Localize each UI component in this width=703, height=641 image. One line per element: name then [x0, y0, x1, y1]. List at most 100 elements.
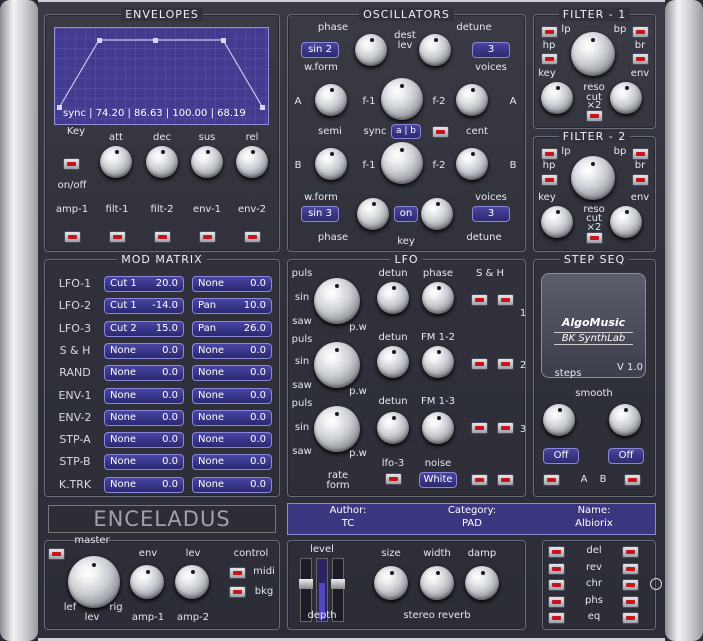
- smooth-a-knob[interactable]: [543, 404, 575, 436]
- filter1-env-knob[interactable]: [610, 82, 642, 114]
- osc1-detune-knob[interactable]: [419, 34, 451, 66]
- fx-chr-right-button[interactable]: [622, 579, 639, 591]
- sh-1a-button[interactable]: [471, 294, 488, 306]
- lfo2-wave-knob[interactable]: [314, 342, 360, 388]
- lfo2-detune-knob[interactable]: [377, 346, 409, 378]
- filter2-lp-button[interactable]: [541, 148, 558, 160]
- mod-dest1-slot[interactable]: None 0.0: [104, 365, 184, 382]
- mod-dest1-slot[interactable]: None 0.0: [104, 432, 184, 449]
- osc-b-cent-knob[interactable]: [456, 148, 488, 180]
- osc2-phase-knob[interactable]: [357, 198, 389, 230]
- target-filt1-button[interactable]: [109, 231, 126, 243]
- sh-3a-button[interactable]: [471, 422, 488, 434]
- mod-dest2-slot[interactable]: None 0.0: [192, 365, 272, 382]
- osc-ab-toggle[interactable]: a | b: [391, 124, 421, 139]
- mod-dest2-slot[interactable]: None 0.0: [192, 476, 272, 493]
- osc1-waveform-select[interactable]: sin 2: [301, 42, 339, 58]
- lfo1-phase-knob[interactable]: [422, 282, 454, 314]
- amp2-knob[interactable]: [175, 565, 209, 599]
- envelope-display[interactable]: sync | 74.20 | 86.63 | 100.00 | 68.19: [54, 27, 269, 125]
- fx-phs-right-button[interactable]: [622, 595, 639, 608]
- master-knob[interactable]: [68, 556, 120, 608]
- mod-dest2-slot[interactable]: Pan 26.0: [192, 320, 272, 337]
- mod-dest2-slot[interactable]: None 0.0: [192, 342, 272, 359]
- target-amp1-button[interactable]: [64, 231, 81, 243]
- filter1-br-button[interactable]: [632, 53, 649, 65]
- filter1-key-knob[interactable]: [541, 82, 573, 114]
- mod-dest2-slot[interactable]: None 0.0: [192, 387, 272, 404]
- lfo-keyboard-button[interactable]: [385, 473, 402, 485]
- filter1-cutoff-knob[interactable]: [571, 32, 615, 76]
- fx-chr-left-button[interactable]: [548, 579, 565, 591]
- osc2-detune-knob[interactable]: [421, 198, 453, 230]
- filter2-x2-button[interactable]: [586, 232, 603, 244]
- sh-1b-button[interactable]: [497, 294, 514, 306]
- fx-eq-right-button[interactable]: [622, 612, 639, 624]
- reverb-damp-knob[interactable]: [465, 566, 499, 600]
- filter1-hp-button[interactable]: [541, 53, 558, 65]
- mod-dest1-slot[interactable]: None 0.0: [104, 387, 184, 404]
- osc2-voices-select[interactable]: 3: [472, 206, 510, 222]
- dec-knob[interactable]: [146, 146, 178, 178]
- sus-knob[interactable]: [191, 146, 223, 178]
- rel-knob[interactable]: [236, 146, 268, 178]
- sh-3b-button[interactable]: [497, 422, 514, 434]
- step-a-select[interactable]: Off: [543, 448, 579, 464]
- filter1-bp-button[interactable]: [632, 26, 649, 38]
- midi-button[interactable]: [229, 567, 246, 579]
- osc-a-semi-knob[interactable]: [315, 84, 347, 116]
- osc-a-level-knob[interactable]: [381, 78, 423, 120]
- amp1-knob[interactable]: [130, 565, 164, 599]
- lfo1-detune-knob[interactable]: [377, 282, 409, 314]
- filter2-hp-button[interactable]: [541, 174, 558, 186]
- osc-keyboard-button[interactable]: [432, 126, 449, 138]
- fx-rev-right-button[interactable]: [622, 562, 639, 575]
- lfo1-wave-knob[interactable]: [314, 278, 360, 324]
- fx-del-left-button[interactable]: [548, 546, 565, 558]
- mod-dest1-slot[interactable]: Cut 1 -14.0: [104, 298, 184, 315]
- filter2-bp-button[interactable]: [632, 148, 649, 160]
- fx-rev-left-button[interactable]: [548, 562, 565, 575]
- envelope-onoff-button[interactable]: [63, 158, 80, 170]
- filter2-cutoff-knob[interactable]: [571, 156, 615, 200]
- reverb-size-knob[interactable]: [374, 566, 408, 600]
- att-knob[interactable]: [100, 146, 132, 178]
- lfo3-fm-knob[interactable]: [422, 412, 454, 444]
- osc1-phase-knob[interactable]: [355, 34, 387, 66]
- lfo3-wave-knob[interactable]: [314, 406, 360, 452]
- fx-eq-left-button[interactable]: [548, 612, 565, 624]
- master-keyboard-button[interactable]: [48, 548, 65, 560]
- osc1-voices-select[interactable]: 3: [472, 42, 510, 58]
- sh-2a-button[interactable]: [471, 358, 488, 370]
- target-env2-button[interactable]: [244, 231, 261, 243]
- mod-dest1-slot[interactable]: Cut 1 20.0: [104, 276, 184, 292]
- mod-dest2-slot[interactable]: None 0.0: [192, 432, 272, 449]
- osc-b-semi-knob[interactable]: [315, 148, 347, 180]
- lfo-noise-select[interactable]: White: [419, 472, 457, 488]
- mod-dest2-slot[interactable]: None 0.0: [192, 454, 272, 471]
- osc2-waveform-select[interactable]: sin 3: [301, 206, 339, 222]
- filter2-env-knob[interactable]: [610, 206, 642, 238]
- mod-dest1-slot[interactable]: Cut 2 15.0: [104, 320, 184, 337]
- mod-dest1-slot[interactable]: None 0.0: [104, 409, 184, 426]
- mod-dest1-slot[interactable]: None 0.0: [104, 454, 184, 471]
- filter2-key-knob[interactable]: [541, 206, 573, 238]
- smooth-b-knob[interactable]: [609, 404, 641, 436]
- osc-key-on-toggle[interactable]: on: [394, 206, 418, 222]
- mod-dest1-slot[interactable]: None 0.0: [104, 476, 184, 493]
- sh-4a-button[interactable]: [471, 474, 488, 486]
- mod-dest2-slot[interactable]: None 0.0: [192, 409, 272, 426]
- step-b-select[interactable]: Off: [608, 448, 644, 464]
- sh-2b-button[interactable]: [497, 358, 514, 370]
- mod-dest1-slot[interactable]: None 0.0: [104, 342, 184, 359]
- fx-phs-left-button[interactable]: [548, 595, 565, 608]
- bkg-button[interactable]: [229, 586, 246, 598]
- osc-b-level-knob[interactable]: [381, 142, 423, 184]
- sh-4b-button[interactable]: [497, 474, 514, 486]
- target-filt2-button[interactable]: [154, 231, 171, 243]
- lfo3-detune-knob[interactable]: [377, 412, 409, 444]
- step-a-button[interactable]: [543, 474, 560, 486]
- step-b-button[interactable]: [624, 474, 641, 486]
- osc-a-cent-knob[interactable]: [456, 84, 488, 116]
- mod-dest2-slot[interactable]: None 0.0: [192, 276, 272, 292]
